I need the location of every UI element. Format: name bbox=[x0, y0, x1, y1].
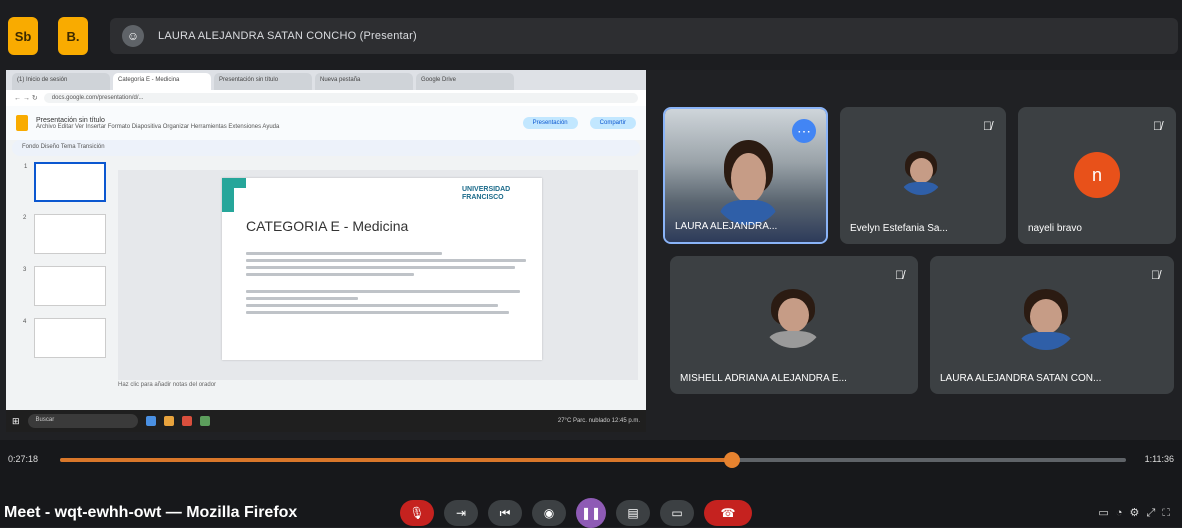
slide-thumbnail[interactable]: 3 bbox=[23, 266, 106, 306]
browser-tab[interactable]: Presentación sin título bbox=[214, 73, 312, 90]
taskbar-search[interactable]: Buscar bbox=[27, 414, 138, 428]
doc-title[interactable]: Presentación sin título bbox=[36, 117, 279, 124]
nav-arrows-icon[interactable]: ← → ↻ bbox=[14, 94, 38, 102]
participant-name: Evelyn Estefania Sa... bbox=[850, 223, 948, 234]
participant-photo bbox=[1014, 286, 1078, 350]
taskbar-app-icon[interactable] bbox=[163, 416, 174, 426]
browser-tab[interactable]: (1) Inicio de sesión bbox=[12, 73, 110, 90]
slide-thumbnails: 1 2 3 4 bbox=[18, 162, 110, 392]
participant-tile[interactable]: 🎙̸ Evelyn Estefania Sa... bbox=[840, 107, 1006, 244]
app-button-1[interactable]: Sb bbox=[8, 17, 38, 55]
slide-thumbnail[interactable]: 2 bbox=[23, 214, 106, 254]
seek-handle[interactable] bbox=[723, 452, 740, 468]
participant-name: LAURA ALEJANDRA... bbox=[675, 221, 778, 232]
current-time: 0:27:18 bbox=[8, 454, 39, 464]
slides-logo-icon bbox=[16, 115, 28, 131]
video-player-bar: 0:27:18 1:11:36 Meet - wqt-ewhh-owt — Mo… bbox=[0, 440, 1182, 528]
captions-icon[interactable]: ▤ bbox=[616, 500, 650, 526]
presenting-text: LAURA ALEJANDRA SATAN CONCHO (Presentar) bbox=[158, 30, 417, 42]
pause-button[interactable]: ❚❚ bbox=[576, 498, 606, 528]
skip-icon[interactable]: ⇥ bbox=[444, 500, 478, 526]
mic-button[interactable]: 🎙 bbox=[400, 500, 434, 526]
present-icon[interactable]: ▭ bbox=[660, 500, 694, 526]
mic-off-icon: 🎙̸ bbox=[895, 268, 904, 282]
address-row: ← → ↻ docs.google.com/presentation/d/... bbox=[6, 90, 646, 106]
mic-off-icon: 🎙̸ bbox=[983, 119, 992, 133]
shared-screen: (1) Inicio de sesión Categoría E - Medic… bbox=[6, 70, 646, 432]
participant-tile[interactable]: 🎙̸ MISHELL ADRIANA ALEJANDRA E... bbox=[670, 256, 918, 394]
participant-name: LAURA ALEJANDRA SATAN CON... bbox=[940, 373, 1102, 384]
windows-taskbar: ⊞ Buscar 27°C Parc. nublado 12:45 p.m. bbox=[6, 410, 646, 432]
slide-thumbnail[interactable]: 4 bbox=[23, 318, 106, 358]
camera-icon[interactable]: ◉ bbox=[532, 500, 566, 526]
browser-tab[interactable]: Nueva pestaña bbox=[315, 73, 413, 90]
slide-body bbox=[246, 252, 526, 318]
participant-name: MISHELL ADRIANA ALEJANDRA E... bbox=[680, 373, 847, 384]
system-tray-icons[interactable]: ▭ ◔ ⚙ ⤢ ⛶ bbox=[1098, 506, 1172, 520]
seek-bar-fill bbox=[60, 458, 732, 462]
slide-thumbnail[interactable]: 1 bbox=[24, 162, 106, 202]
presenter-avatar-icon: ☺ bbox=[122, 25, 144, 47]
browser-tab-active[interactable]: Categoría E - Medicina bbox=[113, 73, 211, 90]
taskbar-tray: 27°C Parc. nublado 12:45 p.m. bbox=[557, 418, 640, 424]
docs-header: Presentación sin título Archivo Editar V… bbox=[6, 106, 646, 140]
participant-initial-avatar: n bbox=[1074, 152, 1120, 198]
share-button[interactable]: Compartir bbox=[589, 117, 636, 129]
taskbar-app-icon[interactable] bbox=[181, 416, 192, 426]
taskbar-app-icon[interactable] bbox=[199, 416, 210, 426]
slideshow-button[interactable]: Presentación bbox=[522, 117, 578, 129]
previous-icon[interactable]: ⏮ bbox=[488, 500, 522, 526]
windows-start-icon[interactable]: ⊞ bbox=[12, 416, 20, 427]
slide[interactable]: UNIVERSIDAD FRANCISCO CATEGORIA E - Medi… bbox=[222, 178, 542, 360]
leave-call-button[interactable]: ☎ bbox=[704, 500, 752, 526]
total-time: 1:11:36 bbox=[1144, 454, 1174, 464]
participant-tile[interactable]: 🎙̸ n nayeli bravo bbox=[1018, 107, 1176, 244]
app-button-2[interactable]: B. bbox=[58, 17, 88, 55]
participant-tile[interactable]: 🎙̸ LAURA ALEJANDRA SATAN CON... bbox=[930, 256, 1174, 394]
docs-menu[interactable]: Archivo Editar Ver Insertar Formato Diap… bbox=[36, 124, 279, 130]
address-bar[interactable]: docs.google.com/presentation/d/... bbox=[43, 93, 638, 103]
meet-top-bar: Sb B. ☺ LAURA ALEJANDRA SATAN CONCHO (Pr… bbox=[0, 0, 1182, 70]
mic-off-icon: 🎙̸ bbox=[1153, 119, 1162, 133]
taskbar-app-icon[interactable] bbox=[145, 416, 156, 426]
slide-brand: UNIVERSIDAD FRANCISCO bbox=[462, 186, 511, 201]
presenting-banner[interactable]: ☺ LAURA ALEJANDRA SATAN CONCHO (Presenta… bbox=[110, 18, 1178, 54]
participant-photo bbox=[762, 286, 824, 348]
browser-tabs: (1) Inicio de sesión Categoría E - Medic… bbox=[6, 70, 646, 90]
seek-bar[interactable] bbox=[60, 452, 1126, 468]
more-options-icon[interactable]: ⋯ bbox=[792, 119, 816, 143]
mic-off-icon: 🎙̸ bbox=[1151, 268, 1160, 282]
window-title: Meet - wqt-ewhh-owt — Mozilla Firefox bbox=[4, 504, 298, 521]
participant-photo bbox=[898, 149, 944, 195]
speaker-notes[interactable]: Haz clic para añadir notas del orador bbox=[118, 382, 216, 388]
docs-toolbar[interactable]: Fondo Diseño Tema Transición bbox=[12, 140, 640, 156]
slide-canvas: UNIVERSIDAD FRANCISCO CATEGORIA E - Medi… bbox=[118, 170, 638, 380]
participant-photo bbox=[713, 135, 783, 225]
participant-tile-active[interactable]: ⋯ LAURA ALEJANDRA... bbox=[663, 107, 828, 244]
slide-title: CATEGORIA E - Medicina bbox=[246, 218, 409, 234]
browser-tab[interactable]: Google Drive bbox=[416, 73, 514, 90]
meet-controls: 🎙 ⇥ ⏮ ◉ ❚❚ ▤ ▭ ☎ bbox=[400, 498, 752, 528]
slide-corner-decoration bbox=[222, 178, 246, 212]
participant-name: nayeli bravo bbox=[1028, 223, 1082, 234]
